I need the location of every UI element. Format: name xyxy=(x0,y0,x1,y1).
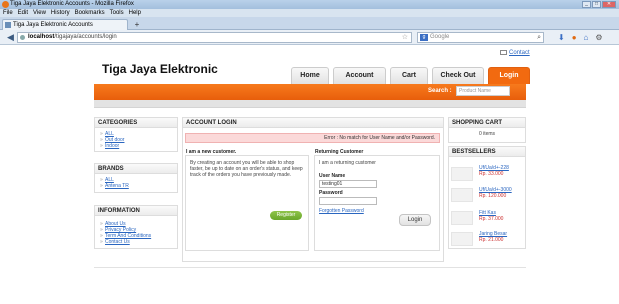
info-contact-us[interactable]: Contact Us xyxy=(100,239,177,245)
home-icon[interactable]: ⌂ xyxy=(584,32,589,43)
tab-title: Tiga Jaya Elektronic Accounts xyxy=(13,22,93,28)
bestsellers-title: BESTSELLERS xyxy=(449,147,525,157)
firefox-menu-icon[interactable]: ● xyxy=(572,32,577,43)
forgotten-password-link[interactable]: Forgotten Password xyxy=(319,208,364,214)
brands-box: BRANDS ALL Antena TR xyxy=(94,163,178,193)
menu-bar: File Edit View History Bookmarks Tools H… xyxy=(0,9,619,17)
navigation-bar: ◀ localhost/tigajaya/accounts/login ☆ g … xyxy=(0,30,619,45)
magnifier-icon[interactable]: ⌕ xyxy=(537,33,541,42)
bestseller-item[interactable]: Fitt Kas Rp. 37.000 xyxy=(451,210,525,226)
footer-divider xyxy=(94,267,526,268)
nav-home[interactable]: Home xyxy=(291,67,329,84)
menu-file[interactable]: File xyxy=(3,9,13,17)
main-nav: Home Account Cart Check Out Login xyxy=(291,67,530,84)
new-customer-text: By creating an account you will be able … xyxy=(190,160,303,178)
url-host: localhost xyxy=(28,34,55,40)
brands-title: BRANDS xyxy=(95,164,177,174)
shopping-cart-box: SHOPPING CART 0 items xyxy=(448,117,526,143)
product-price: Rp. 21.000 xyxy=(479,237,504,243)
categories-title: CATEGORIES xyxy=(95,118,177,128)
product-price: Rp. 33.000 xyxy=(479,171,504,177)
bestseller-item[interactable]: Uf/Ua/d+-3000 Rp. 120.000 xyxy=(451,187,525,203)
returning-customer-panel: I am a returning customer User Name test… xyxy=(314,155,440,251)
google-icon: g xyxy=(420,34,428,41)
browser-search-input[interactable]: g Google ⌕ xyxy=(417,32,544,43)
nav-cart[interactable]: Cart xyxy=(390,67,428,84)
close-button[interactable]: ✕ xyxy=(602,1,616,8)
maximize-button[interactable]: □ xyxy=(592,1,601,8)
url-bar[interactable]: localhost/tigajaya/accounts/login ☆ xyxy=(17,32,412,43)
login-error-message: Error : No match for User Name and/or Pa… xyxy=(185,133,440,143)
menu-edit[interactable]: Edit xyxy=(18,9,28,17)
menu-help[interactable]: Help xyxy=(129,9,141,17)
product-thumbnail xyxy=(451,167,473,181)
register-button[interactable]: Register xyxy=(270,211,302,220)
menu-history[interactable]: History xyxy=(51,9,70,17)
window-title: Tiga Jaya Elektronic Accounts - Mozilla … xyxy=(10,1,134,7)
site-logo[interactable]: Tiga Jaya Elektronic xyxy=(102,62,218,76)
window-titlebar: Tiga Jaya Elektronic Accounts - Mozilla … xyxy=(0,0,619,9)
menu-bookmarks[interactable]: Bookmarks xyxy=(75,9,105,17)
browser-search-placeholder: Google xyxy=(430,34,450,40)
brand-antena-tr[interactable]: Antena TR xyxy=(100,183,177,189)
product-search-label: Search : xyxy=(428,88,452,94)
bookmark-star-icon[interactable]: ☆ xyxy=(402,33,408,42)
new-tab-button[interactable]: + xyxy=(132,20,142,29)
product-search-input[interactable]: Product Name xyxy=(456,86,510,96)
password-label: Password xyxy=(319,190,343,196)
web-page: Contact Tiga Jaya Elektronic Home Accoun… xyxy=(0,45,619,304)
minimize-button[interactable]: _ xyxy=(582,1,591,8)
information-box: INFORMATION About Us Privacy Policy Term… xyxy=(94,205,178,249)
account-login-title: ACCOUNT LOGIN xyxy=(183,118,443,128)
mail-icon xyxy=(500,50,507,55)
product-thumbnail xyxy=(451,211,473,225)
username-input[interactable]: testing01 xyxy=(319,180,377,188)
url-path: /tigajaya/accounts/login xyxy=(54,34,117,40)
nav-login[interactable]: Login xyxy=(488,67,530,84)
nav-checkout[interactable]: Check Out xyxy=(432,67,484,84)
username-label: User Name xyxy=(319,173,346,179)
globe-icon xyxy=(20,35,25,40)
download-icon[interactable]: ⬇ xyxy=(558,32,565,43)
sub-header-bar xyxy=(94,100,526,108)
new-customer-panel: By creating an account you will be able … xyxy=(185,155,309,251)
menu-view[interactable]: View xyxy=(33,9,46,17)
product-thumbnail xyxy=(451,188,473,202)
information-title: INFORMATION xyxy=(95,206,177,216)
login-button[interactable]: Login xyxy=(399,214,431,226)
firefox-icon xyxy=(2,1,9,8)
shopping-cart-title: SHOPPING CART xyxy=(449,118,525,128)
settings-icon[interactable]: ⚙ xyxy=(595,32,602,43)
product-thumbnail xyxy=(451,232,473,246)
contact-label: Contact xyxy=(509,50,530,57)
page-favicon-icon xyxy=(5,22,11,28)
product-price: Rp. 120.000 xyxy=(479,193,507,199)
bestsellers-box: BESTSELLERS Uf/Ua/d+-228 Rp. 33.000 Uf/U… xyxy=(448,146,526,249)
password-input[interactable] xyxy=(319,197,377,205)
nav-account[interactable]: Account xyxy=(333,67,386,84)
menu-tools[interactable]: Tools xyxy=(110,9,124,17)
cart-item-count: 0 items xyxy=(478,131,496,137)
category-indoor[interactable]: Indoor xyxy=(100,143,177,149)
back-arrow-icon[interactable]: ◀ xyxy=(5,32,16,43)
bestseller-item[interactable]: Jaring Besar Rp. 21.000 xyxy=(451,231,525,247)
browser-tab[interactable]: Tiga Jaya Elektronic Accounts xyxy=(2,19,128,30)
bestseller-item[interactable]: Uf/Ua/d+-228 Rp. 33.000 xyxy=(451,165,525,181)
contact-link[interactable]: Contact xyxy=(500,50,530,56)
product-price: Rp. 37.000 xyxy=(479,216,504,222)
returning-customer-subheading: I am a returning customer xyxy=(319,160,376,166)
categories-box: CATEGORIES ALL Out door Indoor xyxy=(94,117,178,152)
tab-bar: Tiga Jaya Elektronic Accounts + xyxy=(0,17,619,30)
